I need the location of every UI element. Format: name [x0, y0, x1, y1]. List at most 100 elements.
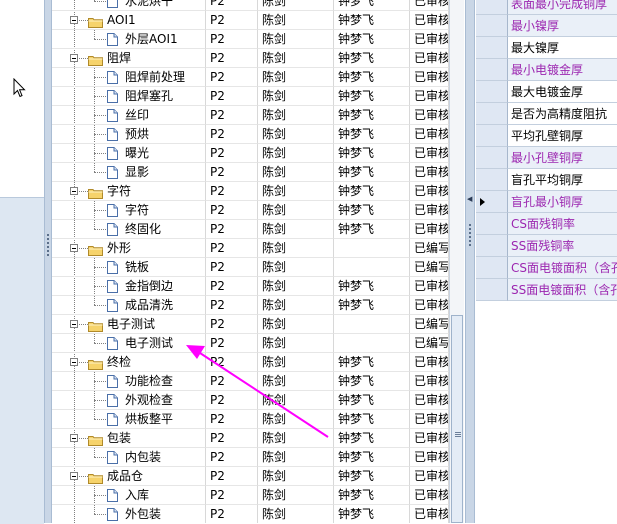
- version-cell[interactable]: P2: [206, 182, 258, 201]
- reviewer-cell[interactable]: 钟梦飞: [334, 505, 410, 523]
- version-cell[interactable]: P2: [206, 144, 258, 163]
- status-cell[interactable]: 已审核: [410, 220, 449, 239]
- status-cell[interactable]: 已审核: [410, 0, 449, 11]
- tree-name-cell[interactable]: 终固化: [52, 220, 206, 239]
- tree-group-row[interactable]: 外形 P2 陈剑 已编写: [52, 239, 449, 258]
- tree-item-row[interactable]: 外包装 P2 陈剑 钟梦飞 已审核: [52, 505, 449, 523]
- property-label[interactable]: 最小电镀金厚: [508, 59, 617, 81]
- version-cell[interactable]: P2: [206, 163, 258, 182]
- version-cell[interactable]: P2: [206, 125, 258, 144]
- tree-group-row[interactable]: AOI1 P2 陈剑 钟梦飞 已审核: [52, 11, 449, 30]
- property-label[interactable]: 最小镍厚: [508, 15, 617, 37]
- property-row[interactable]: 盲孔平均铜厚: [476, 169, 617, 191]
- status-cell[interactable]: 已审核: [410, 30, 449, 49]
- reviewer-cell[interactable]: 钟梦飞: [334, 125, 410, 144]
- left-splitter[interactable]: [44, 0, 52, 523]
- row-indicator[interactable]: [476, 15, 508, 37]
- tree-item-row[interactable]: 烘板整平 P2 陈剑 钟梦飞 已审核: [52, 410, 449, 429]
- author-cell[interactable]: 陈剑: [258, 505, 334, 523]
- status-cell[interactable]: 已审核: [410, 353, 449, 372]
- status-cell[interactable]: 已编写: [410, 315, 449, 334]
- property-label[interactable]: SS面残铜率: [508, 235, 617, 257]
- version-cell[interactable]: P2: [206, 277, 258, 296]
- reviewer-cell[interactable]: 钟梦飞: [334, 144, 410, 163]
- tree-item-row[interactable]: 内包装 P2 陈剑 钟梦飞 已审核: [52, 448, 449, 467]
- tree-name-cell[interactable]: 金指倒边: [52, 277, 206, 296]
- reviewer-cell[interactable]: 钟梦飞: [334, 163, 410, 182]
- tree-name-cell[interactable]: AOI1: [52, 11, 206, 30]
- status-cell[interactable]: 已审核: [410, 68, 449, 87]
- status-cell[interactable]: 已审核: [410, 429, 449, 448]
- version-cell[interactable]: P2: [206, 0, 258, 11]
- version-cell[interactable]: P2: [206, 201, 258, 220]
- collapse-icon[interactable]: [70, 434, 78, 442]
- tree-vertical-scrollbar[interactable]: [449, 0, 464, 523]
- row-indicator[interactable]: [476, 103, 508, 125]
- status-cell[interactable]: 已编写: [410, 258, 449, 277]
- reviewer-cell[interactable]: 钟梦飞: [334, 486, 410, 505]
- status-cell[interactable]: 已审核: [410, 11, 449, 30]
- version-cell[interactable]: P2: [206, 68, 258, 87]
- row-indicator[interactable]: [476, 0, 508, 15]
- author-cell[interactable]: 陈剑: [258, 201, 334, 220]
- collapse-icon[interactable]: [70, 472, 78, 480]
- version-cell[interactable]: P2: [206, 258, 258, 277]
- row-indicator[interactable]: [476, 147, 508, 169]
- reviewer-cell[interactable]: [334, 334, 410, 353]
- tree-item-row[interactable]: 电子测试 P2 陈剑 已编写: [52, 334, 449, 353]
- status-cell[interactable]: 已编写: [410, 239, 449, 258]
- author-cell[interactable]: 陈剑: [258, 163, 334, 182]
- status-cell[interactable]: 已审核: [410, 410, 449, 429]
- author-cell[interactable]: 陈剑: [258, 391, 334, 410]
- property-row[interactable]: CS面电镀面积（含孔）: [476, 257, 617, 279]
- reviewer-cell[interactable]: 钟梦飞: [334, 296, 410, 315]
- tree-item-row[interactable]: 外层AOI1 P2 陈剑 钟梦飞 已审核: [52, 30, 449, 49]
- status-cell[interactable]: 已审核: [410, 163, 449, 182]
- tree-name-cell[interactable]: 铣板: [52, 258, 206, 277]
- reviewer-cell[interactable]: [334, 258, 410, 277]
- tree-name-cell[interactable]: 水泥烘干: [52, 0, 206, 11]
- tree-name-cell[interactable]: 显影: [52, 163, 206, 182]
- property-label[interactable]: 是否为高精度阻抗: [508, 103, 617, 125]
- collapse-icon[interactable]: [70, 358, 78, 366]
- collapse-icon[interactable]: [70, 54, 78, 62]
- tree-item-row[interactable]: 金指倒边 P2 陈剑 钟梦飞 已审核: [52, 277, 449, 296]
- author-cell[interactable]: 陈剑: [258, 296, 334, 315]
- status-cell[interactable]: 已审核: [410, 106, 449, 125]
- reviewer-cell[interactable]: 钟梦飞: [334, 49, 410, 68]
- tree-item-row[interactable]: 水泥烘干 P2 陈剑 钟梦飞 已审核: [52, 0, 449, 11]
- tree-name-cell[interactable]: 烘板整平: [52, 410, 206, 429]
- author-cell[interactable]: 陈剑: [258, 239, 334, 258]
- author-cell[interactable]: 陈剑: [258, 87, 334, 106]
- status-cell[interactable]: 已审核: [410, 448, 449, 467]
- tree-item-row[interactable]: 功能检查 P2 陈剑 钟梦飞 已审核: [52, 372, 449, 391]
- tree-name-cell[interactable]: 阻焊前处理: [52, 68, 206, 87]
- tree-name-cell[interactable]: 阻焊: [52, 49, 206, 68]
- property-row[interactable]: SS面电镀面积（含孔）: [476, 279, 617, 301]
- version-cell[interactable]: P2: [206, 315, 258, 334]
- tree-name-cell[interactable]: 字符: [52, 201, 206, 220]
- author-cell[interactable]: 陈剑: [258, 372, 334, 391]
- author-cell[interactable]: 陈剑: [258, 429, 334, 448]
- author-cell[interactable]: 陈剑: [258, 277, 334, 296]
- property-label[interactable]: CS面残铜率: [508, 213, 617, 235]
- property-row[interactable]: 平均孔壁铜厚: [476, 125, 617, 147]
- tree-item-row[interactable]: 阻焊前处理 P2 陈剑 钟梦飞 已审核: [52, 68, 449, 87]
- row-indicator[interactable]: [476, 191, 508, 213]
- tree-name-cell[interactable]: 曝光: [52, 144, 206, 163]
- author-cell[interactable]: 陈剑: [258, 467, 334, 486]
- author-cell[interactable]: 陈剑: [258, 106, 334, 125]
- tree-name-cell[interactable]: 阻焊塞孔: [52, 87, 206, 106]
- row-indicator[interactable]: [476, 37, 508, 59]
- reviewer-cell[interactable]: 钟梦飞: [334, 220, 410, 239]
- version-cell[interactable]: P2: [206, 106, 258, 125]
- property-label[interactable]: 盲孔最小铜厚: [508, 191, 617, 213]
- status-cell[interactable]: 已审核: [410, 467, 449, 486]
- status-cell[interactable]: 已审核: [410, 87, 449, 106]
- tree-item-row[interactable]: 阻焊塞孔 P2 陈剑 钟梦飞 已审核: [52, 87, 449, 106]
- version-cell[interactable]: P2: [206, 220, 258, 239]
- reviewer-cell[interactable]: 钟梦飞: [334, 30, 410, 49]
- author-cell[interactable]: 陈剑: [258, 0, 334, 11]
- status-cell[interactable]: 已审核: [410, 296, 449, 315]
- tree-name-cell[interactable]: 字符: [52, 182, 206, 201]
